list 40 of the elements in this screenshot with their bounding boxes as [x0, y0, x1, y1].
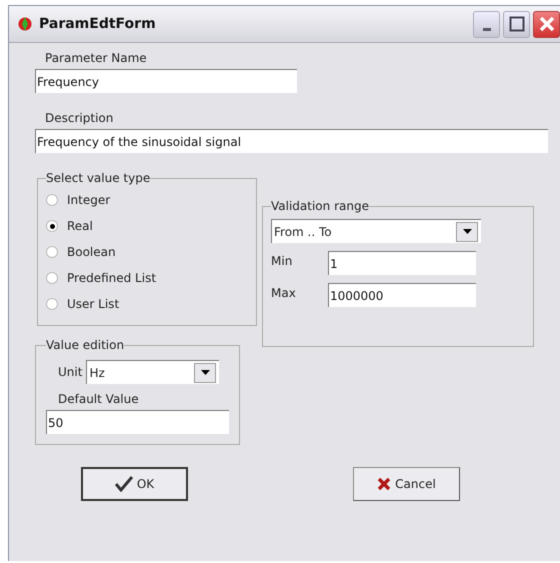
dropdown-arrow-icon: [200, 370, 210, 375]
radio-button[interactable]: [46, 220, 58, 232]
dropdown-arrow-icon: [462, 229, 472, 234]
field-label: Default Value: [58, 392, 140, 406]
min-field[interactable]: 1: [328, 251, 476, 275]
minimize-icon: [482, 28, 490, 30]
close-button[interactable]: [533, 10, 560, 38]
ok-button[interactable]: OK: [81, 467, 188, 501]
window-title: ParamEdtForm: [39, 16, 156, 32]
radio-label: Real: [67, 219, 93, 233]
checkmark-icon: [114, 476, 133, 492]
radio-button[interactable]: [46, 298, 58, 310]
app-icon: [17, 15, 33, 33]
field-label: Unit: [58, 365, 82, 379]
cross-icon: [377, 477, 392, 491]
group-title: Select value type: [46, 171, 150, 185]
radio-label: Predefined List: [67, 271, 156, 285]
default-value-field[interactable]: 50: [46, 410, 229, 434]
close-icon: [538, 15, 556, 33]
radio-button[interactable]: [46, 194, 58, 206]
radio-label: User List: [67, 297, 120, 311]
maximize-button[interactable]: [503, 10, 530, 38]
radio-label: Boolean: [67, 245, 116, 259]
field-label: Description: [45, 111, 114, 125]
radio-button[interactable]: [46, 246, 58, 258]
cancel-button[interactable]: Cancel: [353, 467, 460, 501]
field-label: Max: [271, 286, 297, 300]
group-title: Validation range: [271, 199, 369, 213]
range-dropdown[interactable]: From .. To: [271, 219, 481, 243]
group-title: Value edition: [46, 338, 124, 352]
unit-dropdown[interactable]: Hz: [86, 360, 220, 384]
minimize-button[interactable]: [473, 10, 500, 38]
field-label: Min: [271, 254, 294, 268]
max-field[interactable]: 1000000: [328, 283, 476, 307]
parameter-name-field[interactable]: Frequency: [35, 69, 297, 93]
description-field[interactable]: Frequency of the sinusoidal signal: [35, 129, 548, 153]
maximize-icon: [508, 16, 524, 32]
field-label: Parameter Name: [45, 51, 147, 65]
radio-button[interactable]: [46, 272, 58, 284]
radio-label: Integer: [67, 193, 110, 207]
